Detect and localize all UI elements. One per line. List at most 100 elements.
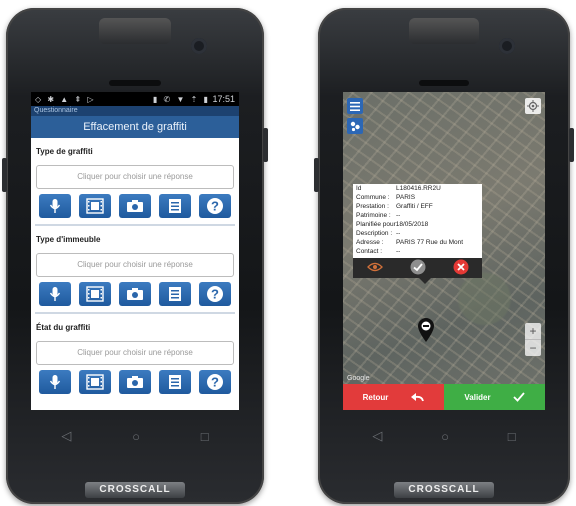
answer-select[interactable]: Cliquer pour choisir une réponse xyxy=(36,341,234,365)
svg-text:?: ? xyxy=(211,375,219,390)
camera-button[interactable] xyxy=(119,282,151,306)
side-button xyxy=(314,158,319,192)
back-button[interactable]: Retour xyxy=(343,384,444,410)
video-button[interactable] xyxy=(79,194,111,218)
popup-actions xyxy=(353,258,482,278)
answer-select[interactable]: Cliquer pour choisir une réponse xyxy=(36,253,234,277)
map-marker[interactable] xyxy=(417,317,435,348)
popup-value: 18/05/2018 xyxy=(395,221,429,228)
popup-key: Commune : xyxy=(356,194,390,201)
media-toolbar: ? xyxy=(35,194,235,218)
media-toolbar: ? xyxy=(35,370,235,394)
side-button xyxy=(263,128,268,162)
popup-pointer xyxy=(419,278,431,284)
view-button[interactable] xyxy=(366,262,383,274)
page-title: Effacement de graffiti xyxy=(31,116,239,138)
camera-button[interactable] xyxy=(119,194,151,218)
microphone-icon xyxy=(49,199,61,213)
popup-key: Id xyxy=(356,185,362,192)
status-bar: ◇ ✱ ▲ ⇞ ▷ ▮ ✆ ▼ ⇡ ▮ 17:51 xyxy=(31,92,239,106)
help-icon: ? xyxy=(207,198,223,214)
question-section: Type de graffiti Cliquer pour choisir un… xyxy=(31,147,239,226)
close-icon xyxy=(453,259,468,275)
question-section: État du graffiti Cliquer pour choisir un… xyxy=(31,323,239,394)
popup-value: PARIS xyxy=(396,194,416,201)
list-icon xyxy=(169,375,181,389)
location-pins-icon xyxy=(350,121,360,132)
side-button xyxy=(2,158,7,192)
nav-home-icon[interactable]: ○ xyxy=(132,429,140,444)
front-camera xyxy=(498,38,515,54)
popup-key: Prestation : xyxy=(356,203,389,210)
earpiece xyxy=(109,80,161,86)
section-divider xyxy=(35,224,235,226)
popup-row: Adresse : PARIS 77 Rue du Mont xyxy=(353,238,482,247)
help-button[interactable]: ? xyxy=(199,194,231,218)
brand-logo: CROSSCALL xyxy=(85,482,185,498)
list-icon xyxy=(169,199,181,213)
nav-recent-icon[interactable]: □ xyxy=(508,429,516,444)
answer-select[interactable]: Cliquer pour choisir une réponse xyxy=(36,165,234,189)
camera-icon xyxy=(127,200,143,212)
popup-row: Commune : PARIS xyxy=(353,193,482,202)
popup-value: -- xyxy=(396,248,401,255)
back-label: Retour xyxy=(362,392,389,402)
gps-button[interactable] xyxy=(525,98,541,114)
zoom-out-button[interactable]: − xyxy=(525,339,541,356)
phone-top-bar xyxy=(98,18,172,44)
info-popup: Id L180416.RR2U Commune : PARIS Prestation… xyxy=(353,184,482,284)
help-icon: ? xyxy=(207,286,223,302)
camera-icon xyxy=(127,376,143,388)
menu-button[interactable] xyxy=(347,98,363,114)
popup-key: Planifiée pour xyxy=(356,221,396,228)
nav-back-icon[interactable]: ◁ xyxy=(372,428,382,444)
markers-button[interactable] xyxy=(347,118,363,134)
zoom-in-button[interactable]: + xyxy=(525,323,541,339)
validate-button[interactable]: Valider xyxy=(444,384,545,410)
check-icon xyxy=(512,392,525,402)
popup-row: Contact : -- xyxy=(353,247,482,256)
cancel-button[interactable] xyxy=(453,259,469,277)
list-button[interactable] xyxy=(159,370,191,394)
list-button[interactable] xyxy=(159,282,191,306)
microphone-button[interactable] xyxy=(39,194,71,218)
list-icon xyxy=(169,287,181,301)
side-button xyxy=(569,128,574,162)
status-time: 17:51 xyxy=(212,94,235,104)
popup-value: PARIS 77 Rue du Mont xyxy=(396,239,464,246)
nav-home-icon[interactable]: ○ xyxy=(441,429,449,444)
popup-row: Prestation : Graffiti / EFF xyxy=(353,202,482,211)
popup-key: Patrimoine : xyxy=(356,212,391,219)
screen-right: Id L180416.RR2U Commune : PARIS Prestation… xyxy=(343,92,545,410)
film-icon xyxy=(86,286,104,302)
film-icon xyxy=(86,198,104,214)
confirm-button[interactable] xyxy=(410,259,426,277)
nav-back-icon[interactable]: ◁ xyxy=(61,428,71,444)
popup-key: Contact : xyxy=(356,248,383,255)
validate-label: Valider xyxy=(464,392,491,402)
popup-row: Planifiée pour 18/05/2018 xyxy=(353,220,482,229)
popup-key: Description : xyxy=(356,230,393,237)
video-button[interactable] xyxy=(79,282,111,306)
front-camera xyxy=(191,38,208,54)
eye-icon xyxy=(366,262,383,272)
help-button[interactable]: ? xyxy=(199,370,231,394)
microphone-button[interactable] xyxy=(39,282,71,306)
nav-recent-icon[interactable]: □ xyxy=(201,429,209,444)
microphone-button[interactable] xyxy=(39,370,71,394)
help-button[interactable]: ? xyxy=(199,282,231,306)
popup-value: Graffiti / EFF xyxy=(396,203,433,210)
video-button[interactable] xyxy=(79,370,111,394)
app-name: Questionnaire xyxy=(31,106,239,116)
section-divider xyxy=(35,312,235,314)
reply-arrow-icon xyxy=(411,393,425,402)
android-nav-bar: ◁ ○ □ xyxy=(343,418,545,454)
camera-button[interactable] xyxy=(119,370,151,394)
phone-right: Id L180416.RR2U Commune : PARIS Prestation… xyxy=(314,8,574,504)
list-button[interactable] xyxy=(159,194,191,218)
question-section: Type d'immeuble Cliquer pour choisir une… xyxy=(31,235,239,314)
media-toolbar: ? xyxy=(35,282,235,306)
location-pin-icon xyxy=(418,318,434,342)
screen-left: ◇ ✱ ▲ ⇞ ▷ ▮ ✆ ▼ ⇡ ▮ 17:51 Questionnaire … xyxy=(31,92,239,410)
popup-row: Id L180416.RR2U xyxy=(353,184,482,193)
